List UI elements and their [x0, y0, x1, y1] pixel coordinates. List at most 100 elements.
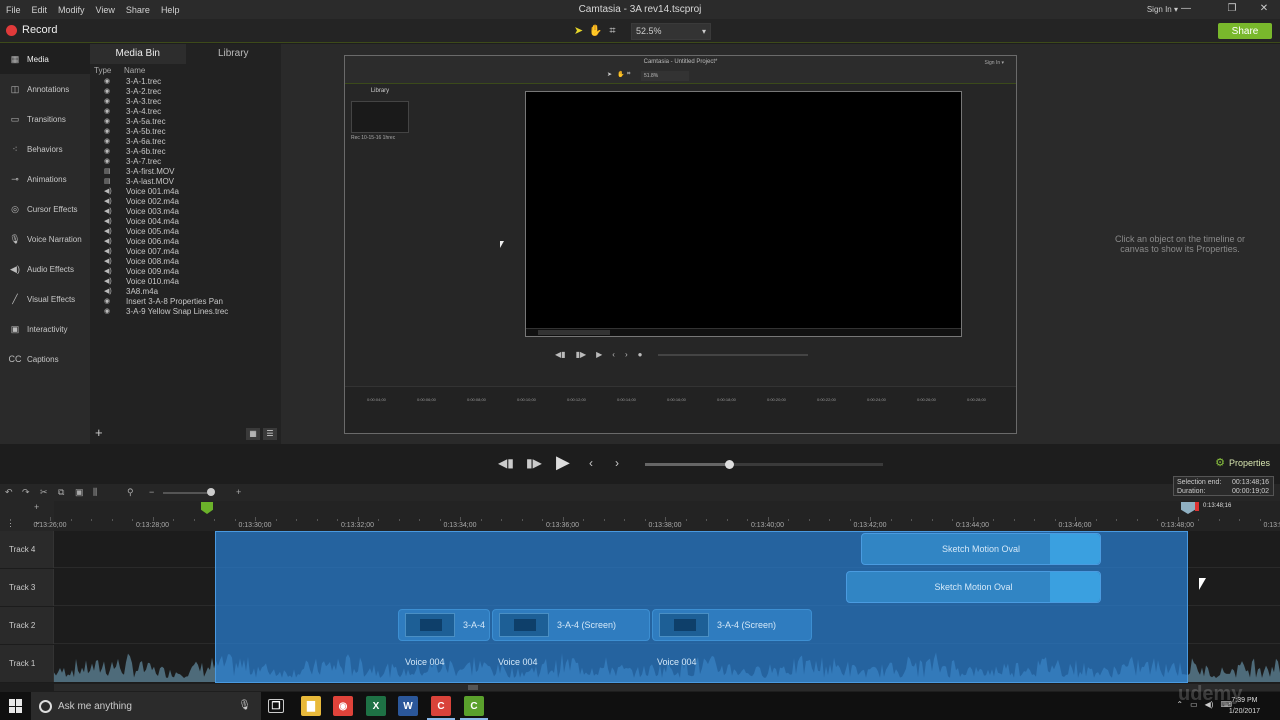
tool-transitions[interactable]: ▭ Transitions: [0, 104, 90, 134]
menu-modify[interactable]: Modify: [58, 5, 85, 15]
cortana-search[interactable]: Ask me anything 🎙: [31, 692, 261, 720]
split-icon[interactable]: ⫼: [93, 487, 97, 498]
rewind-icon[interactable]: ◀▮: [498, 456, 514, 470]
menu-file[interactable]: File: [6, 5, 21, 15]
sign-in-menu[interactable]: Sign In ▾: [1147, 5, 1178, 14]
track-header[interactable]: Track 2: [0, 607, 54, 644]
next-clip-icon[interactable]: ›: [615, 456, 619, 470]
timeline-zoom-slider[interactable]: [163, 492, 213, 494]
tool-annotations[interactable]: ◫ Annotations: [0, 74, 90, 104]
timeline-tracks[interactable]: Track 4 Track 3 Track 2 Track 1 Sketch M…: [0, 531, 1280, 683]
list-item[interactable]: ◉ 3-A-5a.trec: [90, 116, 281, 126]
canvas-area[interactable]: Camtasia - Untitled Project* Sign In ▾ ➤…: [281, 44, 1080, 444]
list-item[interactable]: ▤ 3-A-first.MOV: [90, 166, 281, 176]
step-forward-icon[interactable]: ▮▶: [526, 456, 542, 470]
tab-library[interactable]: Library: [186, 44, 282, 64]
menu-help[interactable]: Help: [161, 5, 180, 15]
media-clip[interactable]: 3-A-4 (Screen): [652, 609, 812, 641]
list-item[interactable]: ◉ 3-A-6a.trec: [90, 136, 281, 146]
sketch-motion-oval-clip[interactable]: Sketch Motion Oval: [846, 571, 1101, 603]
file-explorer-icon[interactable]: ▇: [301, 696, 321, 716]
paste-icon[interactable]: ▣: [75, 487, 84, 498]
chrome-icon[interactable]: ◉: [333, 696, 353, 716]
share-button[interactable]: Share: [1218, 23, 1272, 39]
playhead-marker[interactable]: [1181, 502, 1195, 514]
column-name[interactable]: Name: [124, 66, 145, 76]
list-view-icon[interactable]: ☰: [263, 428, 277, 440]
zoom-out-icon[interactable]: −: [149, 487, 154, 497]
list-item[interactable]: ◉ 3-A-6b.trec: [90, 146, 281, 156]
timeline-ruler[interactable]: + ⌄ ⋮ 0:13:48;16 0:13:26;00 0:13:28;00 0:1…: [0, 501, 1280, 531]
zoom-select[interactable]: 52.5% ▾: [631, 23, 711, 40]
list-item[interactable]: ▤ 3-A-last.MOV: [90, 176, 281, 186]
media-clip[interactable]: 3-A-4 (Screen): [492, 609, 650, 641]
list-item[interactable]: ◉ 3-A-5b.trec: [90, 126, 281, 136]
list-item[interactable]: ◀) 3A8.m4a: [90, 286, 281, 296]
voice-clip-label[interactable]: Voice 004: [498, 657, 538, 667]
tab-media-bin[interactable]: Media Bin: [90, 44, 186, 64]
scrollbar-thumb[interactable]: [468, 685, 478, 690]
excel-icon[interactable]: X: [366, 696, 386, 716]
tool-audio-effects[interactable]: ◀) Audio Effects: [0, 254, 90, 284]
add-track-icon[interactable]: +: [34, 502, 39, 512]
word-icon[interactable]: W: [398, 696, 418, 716]
list-item[interactable]: ◉ 3-A-3.trec: [90, 96, 281, 106]
task-view-icon[interactable]: ❐: [268, 699, 284, 713]
tool-interactivity[interactable]: ▣ Interactivity: [0, 314, 90, 344]
grid-view-icon[interactable]: ▦: [246, 428, 260, 440]
redo-icon[interactable]: ↷: [22, 487, 30, 498]
list-item[interactable]: ◀) Voice 001.m4a: [90, 186, 281, 196]
select-arrow-icon[interactable]: ➤: [570, 23, 587, 40]
copy-icon[interactable]: ⧉: [58, 487, 64, 498]
timeline-zoom-knob[interactable]: [207, 488, 215, 496]
tool-captions[interactable]: CC Captions: [0, 344, 90, 374]
playback-scrubber[interactable]: [645, 460, 883, 469]
properties-button[interactable]: ⚙ Properties: [1215, 456, 1270, 469]
list-item[interactable]: ◀) Voice 002.m4a: [90, 196, 281, 206]
add-media-icon[interactable]: +: [95, 425, 103, 440]
media-clip[interactable]: 3-A-4: [398, 609, 490, 641]
tool-visual-effects[interactable]: ╱ Visual Effects: [0, 284, 90, 314]
selection-start-marker[interactable]: [201, 502, 213, 514]
voice-clip-label[interactable]: Voice 004: [657, 657, 697, 667]
selection-end-marker[interactable]: [1195, 502, 1199, 511]
camtasia-red-icon[interactable]: C: [427, 696, 455, 720]
camtasia-green-icon[interactable]: C: [460, 696, 488, 720]
track-menu-icon[interactable]: ⋮: [6, 518, 15, 529]
timeline-scrollbar[interactable]: [54, 684, 1280, 691]
list-item[interactable]: ◀) Voice 007.m4a: [90, 246, 281, 256]
pan-hand-icon[interactable]: ✋: [587, 23, 604, 40]
list-item[interactable]: ◀) Voice 005.m4a: [90, 226, 281, 236]
list-item[interactable]: ◀) Voice 009.m4a: [90, 266, 281, 276]
microphone-icon[interactable]: 🎙: [238, 700, 251, 711]
menu-share[interactable]: Share: [126, 5, 150, 15]
tool-cursor-effects[interactable]: ◎ Cursor Effects: [0, 194, 90, 224]
track-header[interactable]: Track 3: [0, 569, 54, 606]
zoom-in-icon[interactable]: +: [236, 487, 241, 497]
crop-icon[interactable]: ⌗: [604, 23, 621, 40]
list-item[interactable]: ◉ Insert 3-A-8 Properties Pan: [90, 296, 281, 306]
menu-edit[interactable]: Edit: [32, 5, 48, 15]
tool-animations[interactable]: ⊸ Animations: [0, 164, 90, 194]
zoom-search-icon[interactable]: ⚲: [127, 487, 134, 498]
close-icon[interactable]: ✕: [1254, 2, 1274, 16]
sketch-motion-oval-clip[interactable]: Sketch Motion Oval: [861, 533, 1101, 565]
list-item[interactable]: ◀) Voice 008.m4a: [90, 256, 281, 266]
list-item[interactable]: ◀) Voice 003.m4a: [90, 206, 281, 216]
play-icon[interactable]: ▶: [556, 452, 570, 473]
windows-start-icon[interactable]: [9, 699, 23, 713]
track-header[interactable]: Track 4: [0, 531, 54, 568]
column-type[interactable]: Type: [90, 66, 124, 76]
undo-icon[interactable]: ↶: [5, 487, 13, 498]
menu-view[interactable]: View: [96, 5, 115, 15]
restore-icon[interactable]: ❐: [1222, 2, 1242, 16]
record-button[interactable]: Record: [6, 24, 57, 36]
list-item[interactable]: ◉ 3-A-9 Yellow Snap Lines.trec: [90, 306, 281, 316]
tool-voice-narration[interactable]: 🎙 Voice Narration: [0, 224, 90, 254]
tool-behaviors[interactable]: ⁖ Behaviors: [0, 134, 90, 164]
list-item[interactable]: ◉ 3-A-4.trec: [90, 106, 281, 116]
list-item[interactable]: ◀) Voice 010.m4a: [90, 276, 281, 286]
cut-icon[interactable]: ✂: [40, 487, 48, 498]
track-header[interactable]: Track 1: [0, 645, 54, 682]
recorded-screen[interactable]: Camtasia - Untitled Project* Sign In ▾ ➤…: [344, 55, 1017, 434]
